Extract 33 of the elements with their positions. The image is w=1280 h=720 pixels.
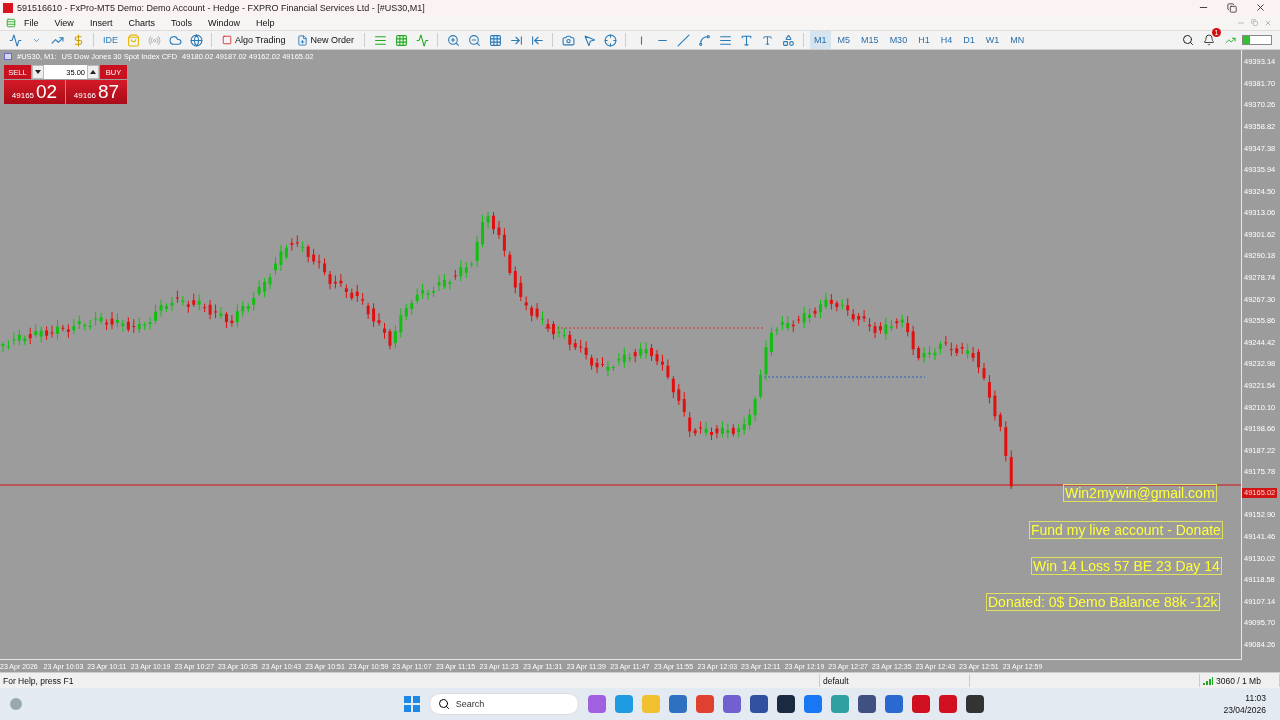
timeframe-tab[interactable]: H1 — [914, 31, 934, 49]
timeframe-tab[interactable]: M15 — [857, 31, 883, 49]
profile-status: default — [820, 674, 970, 687]
ask-price-button[interactable]: 49166 87 — [66, 80, 127, 104]
menu-item[interactable]: Help — [247, 17, 283, 28]
window-title: 591516610 - FxPro-MT5 Demo: Demo Account - Hedge - FXPRO Financial Services Ltd - [#US30,M1] — [17, 2, 426, 13]
timeframe-tab[interactable]: M1 — [810, 31, 831, 49]
algo-trading-button[interactable]: Algo Trading — [218, 31, 290, 49]
menu-item[interactable]: View — [46, 17, 82, 28]
chart-text-label: Win 14 Loss 57 BE 23 Day 14 — [1031, 557, 1222, 575]
timeframe-tab[interactable]: M30 — [885, 31, 912, 49]
timeframe-tab[interactable]: MN — [1006, 31, 1029, 49]
chart-text-label: Donated: 0$ Demo Balance 88k -12k — [986, 593, 1220, 611]
chart-text-label: Fund my live account - Donate — [1029, 521, 1223, 539]
timeframe-tab[interactable]: H4 — [936, 31, 957, 49]
timeframe-tab[interactable]: M5 — [833, 31, 855, 49]
connection-status: 3060 / 1 Mb — [1200, 674, 1280, 687]
menu-item[interactable]: Tools — [162, 17, 200, 28]
new-order-button[interactable]: New Order — [292, 31, 359, 49]
menu-item[interactable]: Window — [199, 17, 248, 28]
menu-item[interactable]: Insert — [81, 17, 121, 28]
clock-time: 11:03 — [1245, 693, 1266, 703]
timeframe-tab[interactable]: D1 — [959, 31, 979, 49]
menu-item[interactable]: File — [16, 17, 47, 28]
status-help-text: For Help, press F1 — [0, 674, 820, 687]
bid-price-button[interactable]: 49165 02 — [4, 80, 65, 104]
chart-text-label: Win2mywin@gmail.com — [1063, 484, 1217, 502]
search-input[interactable]: Search — [453, 698, 534, 710]
timeframe-tab[interactable]: W1 — [981, 31, 1004, 49]
taskbar-search-field[interactable]: Search — [428, 693, 579, 715]
clock-date: 23/04/2026 — [1223, 705, 1266, 715]
menu-item[interactable]: Charts — [120, 17, 163, 28]
ide-button[interactable]: IDE — [100, 35, 121, 45]
